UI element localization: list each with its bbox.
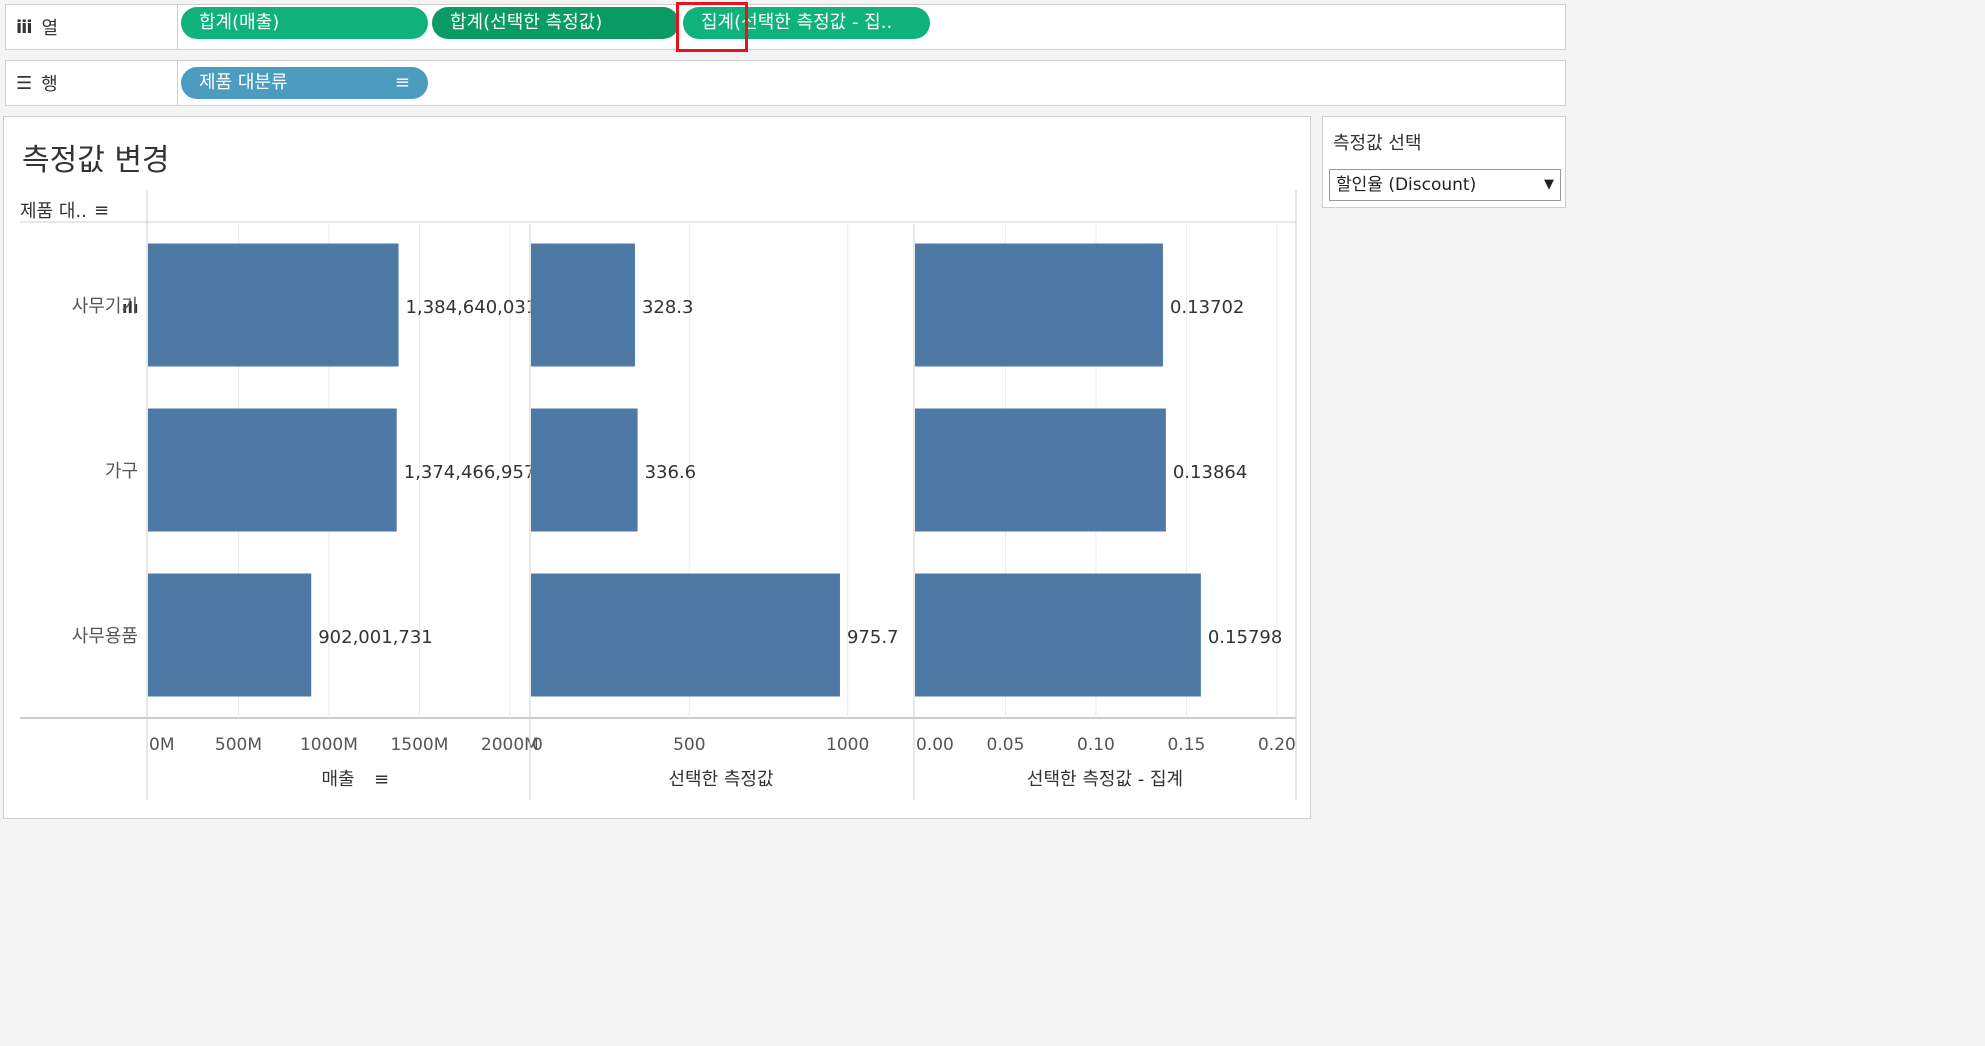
- pill-product-category-label: 제품 대분류: [199, 72, 288, 93]
- pill-sum-selected-measure-label: 합계(선택한 측정값): [450, 12, 603, 33]
- pill-sum-selected-measure[interactable]: 합계(선택한 측정값): [432, 7, 679, 39]
- rows-shelf-header: ☰ 행: [6, 61, 178, 105]
- rows-icon: ☰: [16, 72, 32, 94]
- measure-select[interactable]: 할인율 (Discount) ▼: [1329, 169, 1561, 201]
- pill-sum-sales-label: 합계(매출): [199, 12, 280, 33]
- columns-icon: iii: [16, 16, 32, 38]
- view-title: 측정값 변경: [22, 143, 170, 178]
- view-panel: 측정값 변경: [3, 116, 1311, 819]
- highlight-box: [676, 2, 748, 52]
- columns-shelf-header: iii 열: [6, 5, 178, 49]
- pill-sum-sales[interactable]: 합계(매출): [181, 7, 428, 39]
- columns-shelf-label: 열: [41, 18, 59, 39]
- filter-title: 측정값 선택: [1333, 133, 1422, 154]
- measure-filter-card: 측정값 선택 할인율 (Discount) ▼: [1322, 116, 1566, 208]
- measure-select-value: 할인율 (Discount): [1336, 175, 1477, 195]
- pill-product-category[interactable]: 제품 대분류 ≡: [181, 67, 428, 99]
- sort-icon: ≡: [394, 72, 410, 93]
- rows-shelf-label: 행: [41, 74, 58, 95]
- dropdown-arrow-icon: ▼: [1544, 177, 1554, 192]
